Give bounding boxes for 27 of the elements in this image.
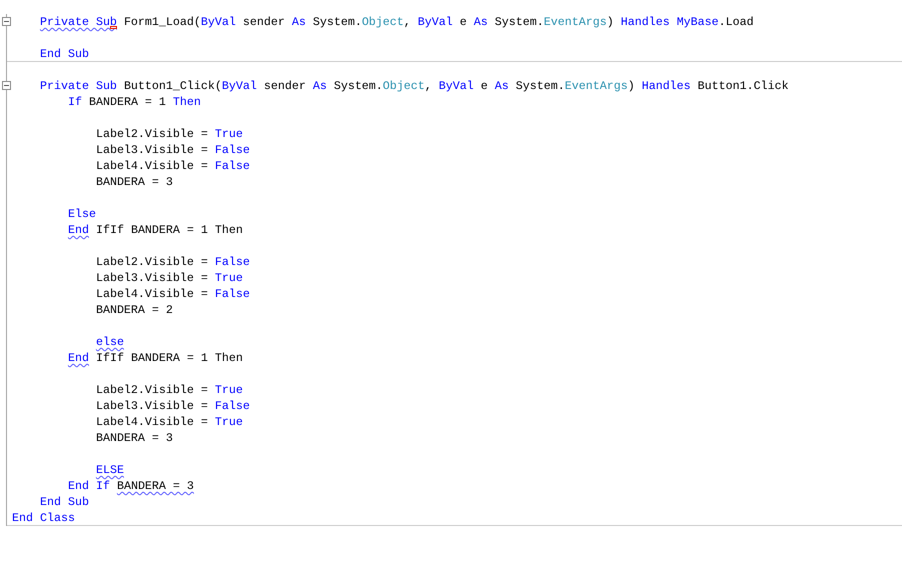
code-line: Label2.Visible = True	[94, 126, 243, 142]
code-line: End Class	[12, 510, 75, 525]
code-line: Label3.Visible = False	[94, 398, 250, 414]
code-line: BANDERA = 3	[94, 174, 173, 190]
collapse-icon[interactable]	[2, 17, 11, 26]
code-line: Label2.Visible = True	[94, 382, 243, 398]
code-line: BANDERA = 2	[94, 302, 173, 318]
code-line: If BANDERA = 1 Then	[66, 94, 201, 110]
code-line: Label4.Visible = False	[94, 158, 250, 174]
code-line: Private Sub Form1_Load(ByVal sender As System.Object, ByVal e As System.EventArgs) Handles MyBase.Load	[38, 14, 754, 30]
collapse-icon[interactable]	[2, 81, 11, 90]
code-line: End Sub	[38, 46, 89, 61]
code-line: End If BANDERA = 3	[66, 478, 194, 494]
code-line: BANDERA = 3	[94, 430, 173, 446]
code-line: ELSE	[94, 462, 124, 478]
code-line: Label4.Visible = True	[94, 414, 243, 430]
code-line: End IfIf BANDERA = 1 Then	[66, 350, 243, 366]
code-line: Label4.Visible = False	[94, 286, 250, 302]
code-line: Else	[66, 206, 96, 222]
code-line: Label3.Visible = False	[94, 142, 250, 158]
code-line: End IfIf BANDERA = 1 Then	[66, 222, 243, 238]
code-line: Label2.Visible = False	[94, 254, 250, 270]
code-line: Private Sub Button1_Click(ByVal sender As System.Object, ByVal e As System.EventArgs) Handles Button1.Click	[38, 78, 789, 94]
code-line: End Sub	[38, 494, 89, 510]
smart-tag-icon[interactable]	[110, 26, 117, 29]
code-line: Label3.Visible = True	[94, 270, 243, 286]
code-line: else	[94, 334, 124, 350]
